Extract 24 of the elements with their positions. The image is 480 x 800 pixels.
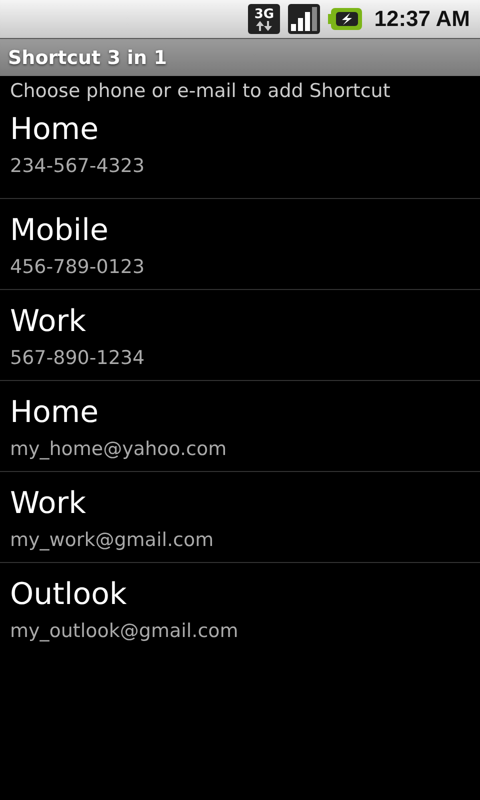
contact-label: Home — [10, 111, 100, 149]
contact-item[interactable]: Work 567-890-1234 — [0, 289, 480, 380]
contact-value: 567-890-1234 — [10, 346, 146, 371]
contact-label: Work — [10, 303, 87, 341]
contact-item[interactable]: Home 234-567-4323 — [0, 106, 480, 198]
signal-icon — [288, 4, 320, 34]
contact-label: Home — [10, 394, 100, 432]
contact-item[interactable]: Outlook my_outlook@gmail.com — [0, 562, 480, 653]
contact-value: my_work@gmail.com — [10, 528, 215, 553]
contact-value: my_home@yahoo.com — [10, 437, 228, 462]
network-type-icon: 3G — [248, 4, 280, 34]
prompt-text: Choose phone or e-mail to add Shortcut — [9, 79, 392, 104]
contact-label: Work — [10, 485, 87, 523]
battery-charging-icon — [328, 8, 362, 30]
contact-value: 234-567-4323 — [10, 154, 146, 179]
contact-value: my_outlook@gmail.com — [10, 619, 240, 644]
clock-time: 12:37 AM — [374, 6, 470, 32]
contact-label: Outlook — [10, 576, 128, 614]
contact-item[interactable]: Work my_work@gmail.com — [0, 471, 480, 562]
contact-item[interactable]: Home my_home@yahoo.com — [0, 380, 480, 471]
contact-value: 456-789-0123 — [10, 255, 146, 280]
contact-label: Mobile — [10, 212, 110, 250]
window-title: Shortcut 3 in 1 — [8, 46, 167, 68]
contact-item[interactable]: Mobile 456-789-0123 — [0, 198, 480, 289]
